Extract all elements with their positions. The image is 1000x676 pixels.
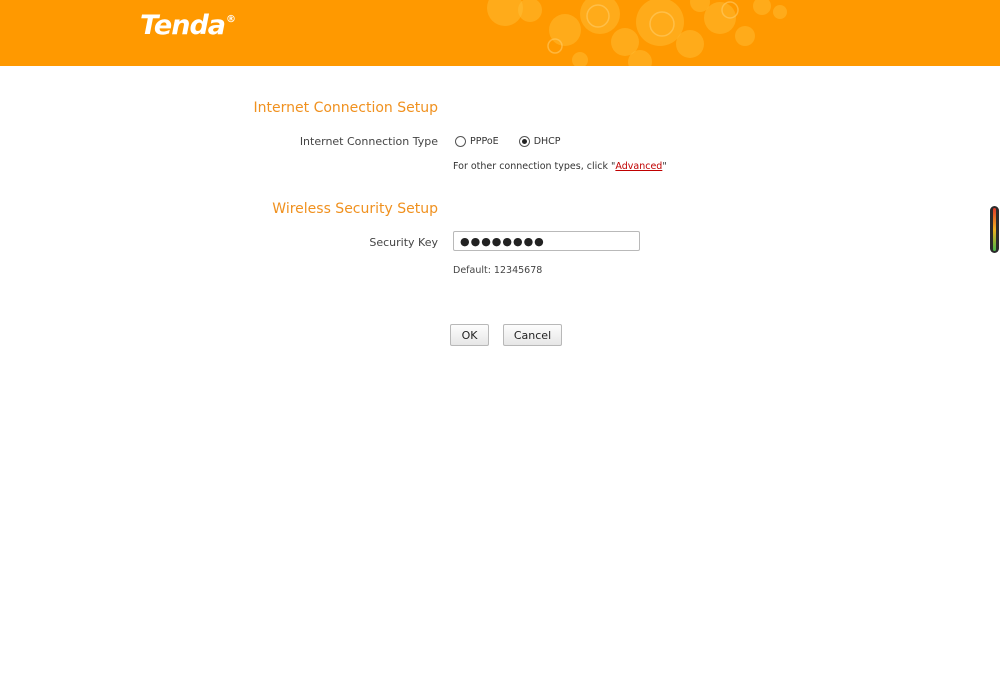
tenda-logo: Tenda® [140, 10, 236, 41]
security-key-input[interactable] [453, 231, 640, 251]
connection-type-radio-group: PPPoE DHCP [455, 136, 561, 147]
default-key-note: Default: 12345678 [453, 265, 543, 276]
pppoe-radio[interactable] [455, 136, 466, 147]
connection-type-label: Internet Connection Type [299, 135, 438, 148]
pppoe-label[interactable]: PPPoE [470, 136, 499, 147]
pppoe-option[interactable]: PPPoE [455, 136, 499, 147]
logo-text: Tenda [140, 10, 226, 41]
hint-prefix: For other connection types, click " [453, 161, 616, 172]
security-key-label: Security Key [369, 236, 438, 249]
side-gauge-handle[interactable] [990, 206, 999, 253]
ok-button[interactable]: OK [450, 324, 489, 346]
dhcp-radio[interactable] [518, 136, 530, 147]
gauge-bar [993, 208, 996, 251]
advanced-hint: For other connection types, click "Advan… [453, 161, 667, 172]
dhcp-option[interactable]: DHCP [518, 136, 561, 147]
header-banner: Tenda® [0, 0, 1000, 66]
hint-suffix: " [662, 161, 667, 172]
wireless-section-title: Wireless Security Setup [272, 201, 438, 217]
internet-section-title: Internet Connection Setup [253, 100, 438, 116]
dhcp-label[interactable]: DHCP [534, 136, 561, 147]
cancel-button[interactable]: Cancel [503, 324, 562, 346]
registered-mark: ® [226, 14, 236, 25]
advanced-link[interactable]: Advanced [615, 161, 662, 172]
